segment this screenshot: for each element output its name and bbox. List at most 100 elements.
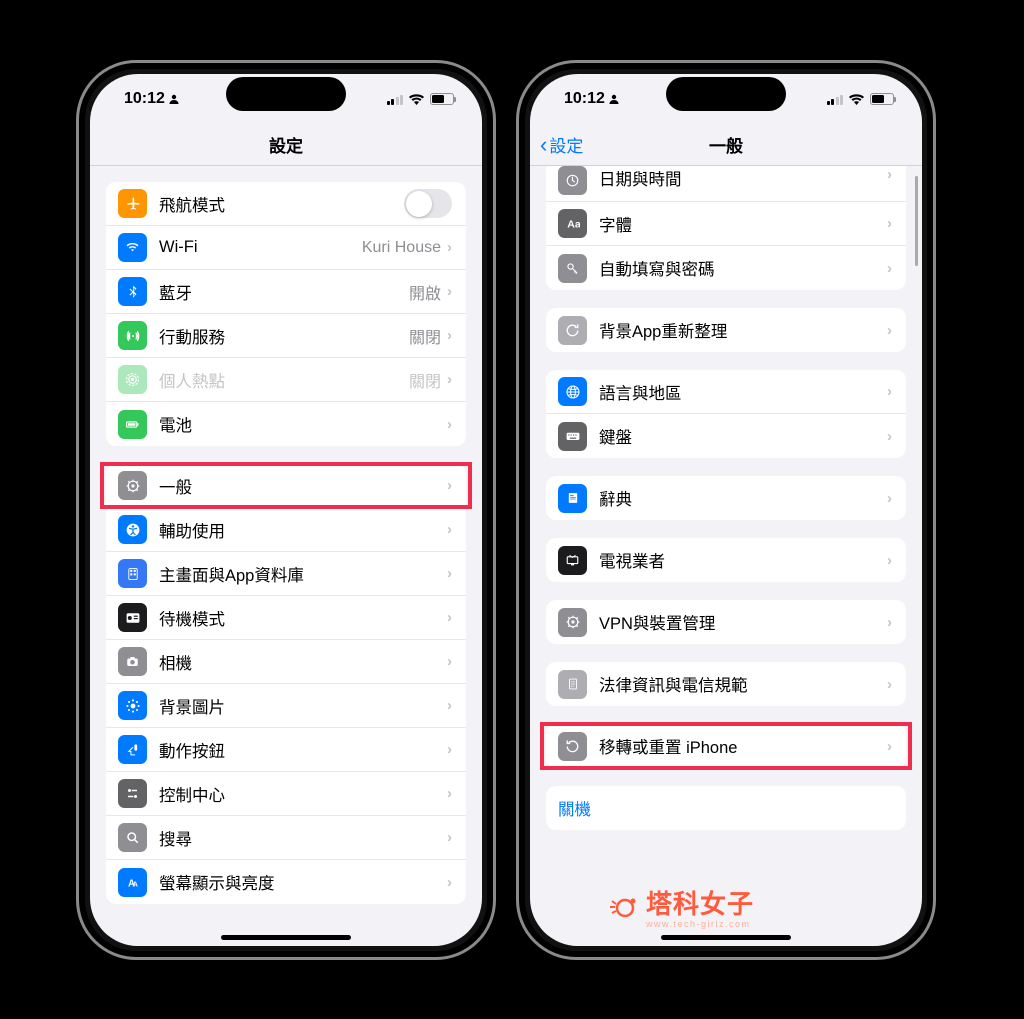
phone-container: 10:12 設定 飛航模式Wi-FiKuri House›藍牙開啟›行動服務關閉…: [76, 60, 936, 960]
row-label: 鍵盤: [599, 424, 887, 448]
settings-row-bluetooth[interactable]: 藍牙開啟›: [106, 270, 466, 314]
chevron-icon: ›: [887, 322, 892, 339]
home-icon: [118, 559, 147, 588]
chevron-icon: ›: [887, 738, 892, 755]
settings-row-keyboard[interactable]: 鍵盤›: [546, 414, 906, 458]
nav-bar: 設定: [90, 124, 482, 166]
scroll-indicator[interactable]: [915, 176, 918, 266]
chevron-icon: ›: [447, 521, 452, 538]
back-button[interactable]: ‹設定: [540, 132, 583, 158]
row-label: 法律資訊與電信規範: [599, 672, 887, 696]
settings-row-refresh[interactable]: 背景App重新整理›: [546, 308, 906, 352]
row-label: 移轉或重置 iPhone: [599, 734, 887, 758]
settings-row-action[interactable]: 動作按鈕›: [106, 728, 466, 772]
settings-row-gear[interactable]: 一般›: [106, 464, 466, 508]
settings-row-legal[interactable]: 法律資訊與電信規範›: [546, 662, 906, 706]
chevron-icon: ›: [887, 490, 892, 507]
settings-row-accessibility[interactable]: 輔助使用›: [106, 508, 466, 552]
chevron-icon: ›: [887, 383, 892, 400]
settings-row-tv[interactable]: 電視業者›: [546, 538, 906, 582]
row-label: Wi-Fi: [159, 238, 362, 257]
font-icon: Aa: [558, 209, 587, 238]
chevron-icon: ›: [447, 416, 452, 433]
settings-row-display[interactable]: AA螢幕顯示與亮度›: [106, 860, 466, 904]
hotspot-icon: [118, 365, 147, 394]
row-label: 輔助使用: [159, 518, 447, 542]
row-label: 電視業者: [599, 548, 887, 572]
key-icon: [558, 254, 587, 283]
settings-group: 語言與地區›鍵盤›: [546, 370, 906, 458]
chevron-icon: ›: [887, 260, 892, 277]
standby-icon: [118, 603, 147, 632]
airplane-icon: [118, 189, 147, 218]
settings-group: VPN與裝置管理›: [546, 600, 906, 644]
chevron-icon: ›: [447, 653, 452, 670]
watermark-url: www.tech-girlz.com: [646, 919, 754, 929]
svg-text:A: A: [133, 879, 139, 888]
settings-group: 一般›輔助使用›主畫面與App資料庫›待機模式›相機›背景圖片›動作按鈕›控制中…: [106, 464, 466, 904]
watermark-icon: [606, 890, 640, 924]
row-label: 主畫面與App資料庫: [159, 562, 447, 586]
status-time: 10:12: [124, 90, 165, 108]
settings-row-font[interactable]: Aa字體›: [546, 202, 906, 246]
toggle[interactable]: [404, 189, 452, 218]
settings-group: 法律資訊與電信規範›: [546, 662, 906, 706]
settings-row-wallpaper[interactable]: 背景圖片›: [106, 684, 466, 728]
battery-icon: [870, 93, 894, 105]
dynamic-island: [226, 77, 346, 111]
chevron-icon: ›: [447, 283, 452, 300]
control-icon: [118, 779, 147, 808]
chevron-icon: ›: [447, 741, 452, 758]
settings-group: 電視業者›: [546, 538, 906, 582]
page-title: 設定: [269, 132, 303, 157]
settings-row-reset[interactable]: 移轉或重置 iPhone›: [546, 724, 906, 768]
settings-row-globe[interactable]: 語言與地區›: [546, 370, 906, 414]
chevron-icon: ›: [887, 215, 892, 232]
chevron-icon: ›: [887, 428, 892, 445]
settings-list[interactable]: 飛航模式Wi-FiKuri House›藍牙開啟›行動服務關閉›個人熱點關閉›電…: [90, 166, 482, 946]
chevron-icon: ›: [447, 565, 452, 582]
settings-row-cellular[interactable]: 行動服務關閉›: [106, 314, 466, 358]
page-title: 一般: [709, 132, 743, 157]
row-label: 辭典: [599, 486, 887, 510]
chevron-icon: ›: [447, 829, 452, 846]
row-label: 日期與時間: [599, 166, 887, 190]
row-detail: Kuri House: [362, 239, 441, 257]
nav-bar: ‹設定 一般: [530, 124, 922, 166]
settings-row-standby[interactable]: 待機模式›: [106, 596, 466, 640]
phone-right: 10:12 ‹設定 一般 日期與時間›Aa字體›自動填寫與密碼›背景App重新整…: [516, 60, 936, 960]
row-label: 背景圖片: [159, 694, 447, 718]
settings-row-search[interactable]: 搜尋›: [106, 816, 466, 860]
row-label: VPN與裝置管理: [599, 610, 887, 634]
settings-row-camera[interactable]: 相機›: [106, 640, 466, 684]
user-icon: [608, 93, 620, 105]
settings-row-control[interactable]: 控制中心›: [106, 772, 466, 816]
settings-row-vpn[interactable]: VPN與裝置管理›: [546, 600, 906, 644]
settings-row-clock[interactable]: 日期與時間›: [546, 166, 906, 202]
row-label: 藍牙: [159, 280, 409, 304]
settings-row-airplane[interactable]: 飛航模式: [106, 182, 466, 226]
settings-row-key[interactable]: 自動填寫與密碼›: [546, 246, 906, 290]
settings-row-dict[interactable]: 辭典›: [546, 476, 906, 520]
svg-text:Aa: Aa: [567, 218, 580, 230]
keyboard-icon: [558, 422, 587, 451]
row-label: 背景App重新整理: [599, 318, 887, 342]
chevron-icon: ›: [447, 785, 452, 802]
general-list[interactable]: 日期與時間›Aa字體›自動填寫與密碼›背景App重新整理›語言與地區›鍵盤›辭典…: [530, 166, 922, 946]
settings-row-wifi[interactable]: Wi-FiKuri House›: [106, 226, 466, 270]
settings-row-battery[interactable]: 電池›: [106, 402, 466, 446]
clock-icon: [558, 166, 587, 195]
row-label: 一般: [159, 474, 447, 498]
legal-icon: [558, 670, 587, 699]
display-icon: AA: [118, 868, 147, 897]
settings-group: 飛航模式Wi-FiKuri House›藍牙開啟›行動服務關閉›個人熱點關閉›電…: [106, 182, 466, 446]
row-label: 螢幕顯示與亮度: [159, 870, 447, 894]
chevron-icon: ›: [887, 614, 892, 631]
settings-row-item[interactable]: 關機: [546, 786, 906, 830]
status-time: 10:12: [564, 90, 605, 108]
row-label: 相機: [159, 650, 447, 674]
cellular-icon: [118, 321, 147, 350]
settings-row-hotspot[interactable]: 個人熱點關閉›: [106, 358, 466, 402]
user-icon: [168, 93, 180, 105]
settings-row-home[interactable]: 主畫面與App資料庫›: [106, 552, 466, 596]
